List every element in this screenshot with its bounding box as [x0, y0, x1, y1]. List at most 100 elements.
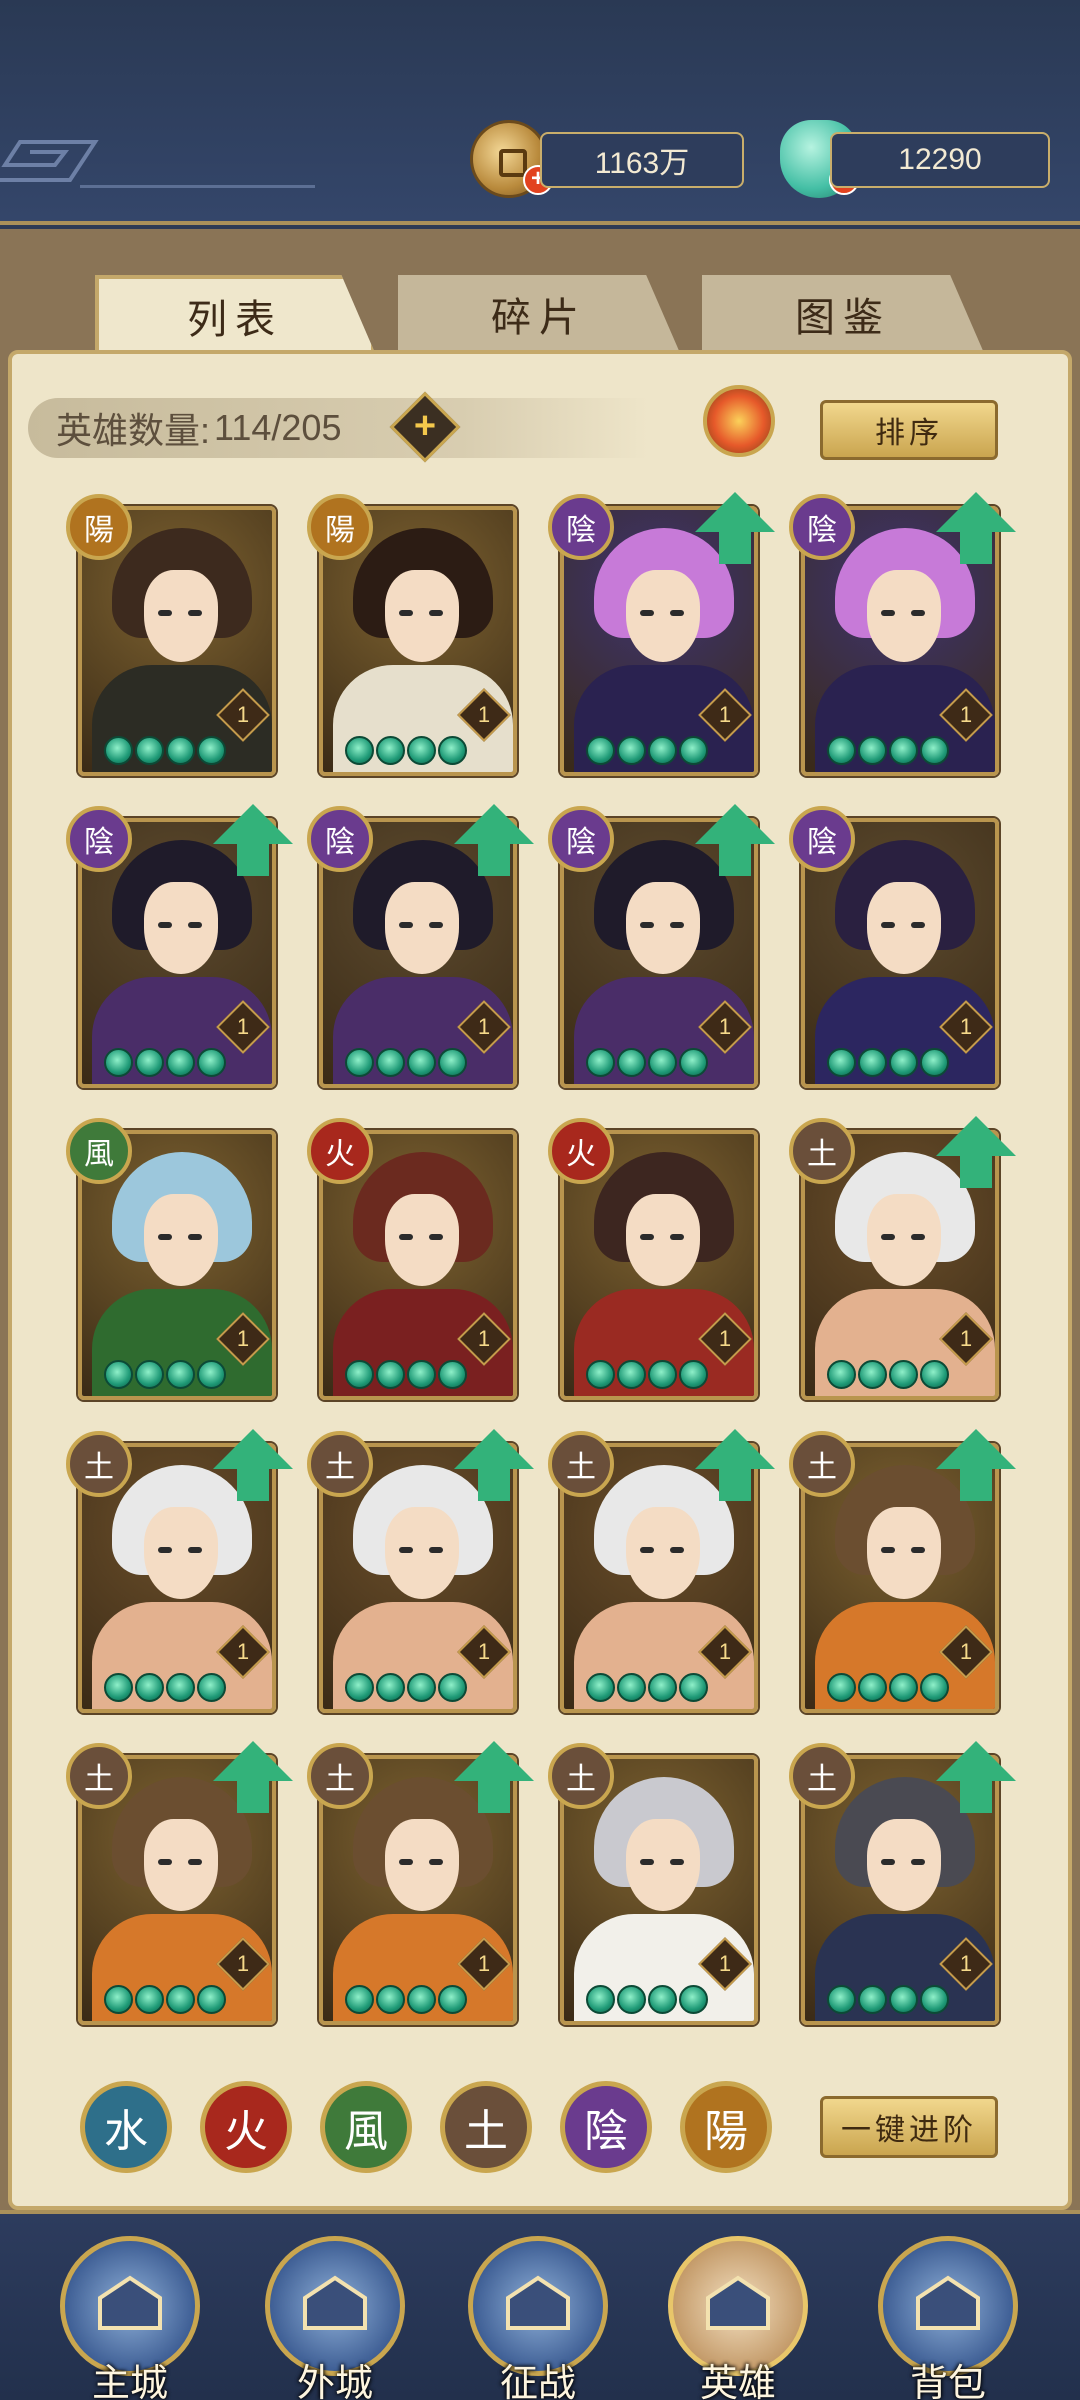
hero-eye	[640, 1234, 654, 1240]
bag-icon	[916, 2275, 980, 2330]
filter-water-button[interactable]: 水	[80, 2081, 172, 2173]
jade-star-icon	[617, 1048, 646, 1077]
jade-star-icon	[617, 1673, 646, 1702]
jade-star-icon	[648, 736, 677, 765]
sort-button[interactable]: 排序	[820, 400, 998, 460]
jade-star-icon	[827, 1673, 856, 1702]
nav-bag[interactable]: 背包	[878, 2236, 1018, 2400]
hero-eye	[158, 610, 172, 616]
hero-eye	[670, 1859, 684, 1865]
level-value: 1	[236, 1326, 250, 1351]
jade-star-icon	[586, 736, 615, 765]
nav-city-gate[interactable]: 外城	[265, 2236, 405, 2400]
hero-face	[867, 882, 941, 974]
jade-star-icon	[135, 1673, 164, 1702]
nav-label: 背包	[909, 2363, 986, 2400]
jade-star-icon	[104, 736, 133, 765]
nav-palace[interactable]: 主城	[60, 2236, 200, 2400]
level-value: 1	[477, 1326, 491, 1351]
jade-star-icon	[827, 1985, 856, 2014]
hero-eye	[911, 922, 925, 928]
jade-star-icon	[889, 1673, 918, 1702]
upgrade-arrow-icon	[454, 804, 534, 878]
level-value: 1	[236, 702, 250, 727]
level-value: 1	[718, 1951, 732, 1976]
hero-face	[385, 1194, 459, 1286]
earth-element-icon: 土	[307, 1743, 373, 1809]
filter-fire-button[interactable]: 火	[200, 2081, 292, 2173]
hero-eye	[429, 1859, 443, 1865]
jade-star-icon	[920, 1673, 949, 1702]
hero-eye	[158, 1547, 172, 1553]
earth-element-icon: 土	[548, 1431, 614, 1497]
nav-war-horn[interactable]: 征战	[468, 2236, 608, 2400]
jade-star-icon	[827, 1360, 856, 1389]
yin-element-icon: 陰	[548, 806, 614, 872]
hero-eye	[188, 922, 202, 928]
level-value: 1	[959, 1639, 973, 1664]
jade-star-icon	[166, 1673, 195, 1702]
upgrade-arrow-icon	[213, 1429, 293, 1503]
star-rating	[104, 736, 228, 766]
jade-star-icon	[345, 1360, 374, 1389]
hero-portrait-icon	[706, 2275, 770, 2330]
nav-hero-portrait[interactable]: 英雄	[668, 2236, 808, 2400]
hero-face	[626, 1507, 700, 1599]
filter-wind-button[interactable]: 風	[320, 2081, 412, 2173]
jade-star-icon	[104, 1985, 133, 2014]
jade-star-icon	[920, 736, 949, 765]
jade-star-icon	[648, 1360, 677, 1389]
flame-icon[interactable]	[703, 385, 775, 457]
nav-label: 征战	[499, 2363, 576, 2400]
hero-eye	[399, 1234, 413, 1240]
star-rating	[827, 1673, 951, 1703]
filter-yin-button[interactable]: 陰	[560, 2081, 652, 2173]
star-rating	[345, 736, 469, 766]
jade-star-icon	[438, 1048, 467, 1077]
hero-eye	[188, 1234, 202, 1240]
jade-star-icon	[889, 736, 918, 765]
palace-icon	[98, 2275, 162, 2330]
jade-star-icon	[920, 1048, 949, 1077]
upgrade-arrow-icon	[695, 1429, 775, 1503]
level-value: 1	[477, 1951, 491, 1976]
yin-element-icon: 陰	[789, 494, 855, 560]
jade-star-icon	[586, 1985, 615, 2014]
jade-star-icon	[407, 1673, 436, 1702]
jade-star-icon	[345, 736, 374, 765]
jade-star-icon	[197, 1048, 226, 1077]
earth-element-icon: 土	[548, 1743, 614, 1809]
jade-star-icon	[104, 1360, 133, 1389]
fire-element-icon: 火	[548, 1118, 614, 1184]
jade-star-icon	[407, 1985, 436, 2014]
divider	[80, 185, 315, 188]
jade-star-icon	[438, 1985, 467, 2014]
jade-star-icon	[376, 1673, 405, 1702]
hero-eye	[429, 1234, 443, 1240]
filter-earth-button[interactable]: 土	[440, 2081, 532, 2173]
hero-face	[867, 1194, 941, 1286]
star-rating	[345, 1985, 469, 2015]
hero-count-value: 114/205	[214, 407, 342, 448]
tab-atlas[interactable]: 图鉴	[702, 275, 984, 353]
jade-star-icon	[920, 1985, 949, 2014]
hero-eye	[881, 610, 895, 616]
star-rating	[827, 1048, 951, 1078]
jade-star-icon	[104, 1673, 133, 1702]
jade-star-icon	[858, 736, 887, 765]
hero-face	[867, 1819, 941, 1911]
hero-eye	[911, 1859, 925, 1865]
hero-eye	[670, 1547, 684, 1553]
earth-element-icon: 土	[789, 1118, 855, 1184]
jade-star-icon	[166, 1048, 195, 1077]
advance-all-button[interactable]: 一键进阶	[820, 2096, 998, 2158]
hero-face	[626, 570, 700, 662]
hero-eye	[429, 610, 443, 616]
tab-list[interactable]: 列表	[95, 275, 375, 353]
jade-star-icon	[166, 1360, 195, 1389]
jade-star-icon	[617, 736, 646, 765]
tab-fragments[interactable]: 碎片	[398, 275, 680, 353]
filter-yang-button[interactable]: 陽	[680, 2081, 772, 2173]
hero-eye	[399, 922, 413, 928]
jade-star-icon	[858, 1985, 887, 2014]
